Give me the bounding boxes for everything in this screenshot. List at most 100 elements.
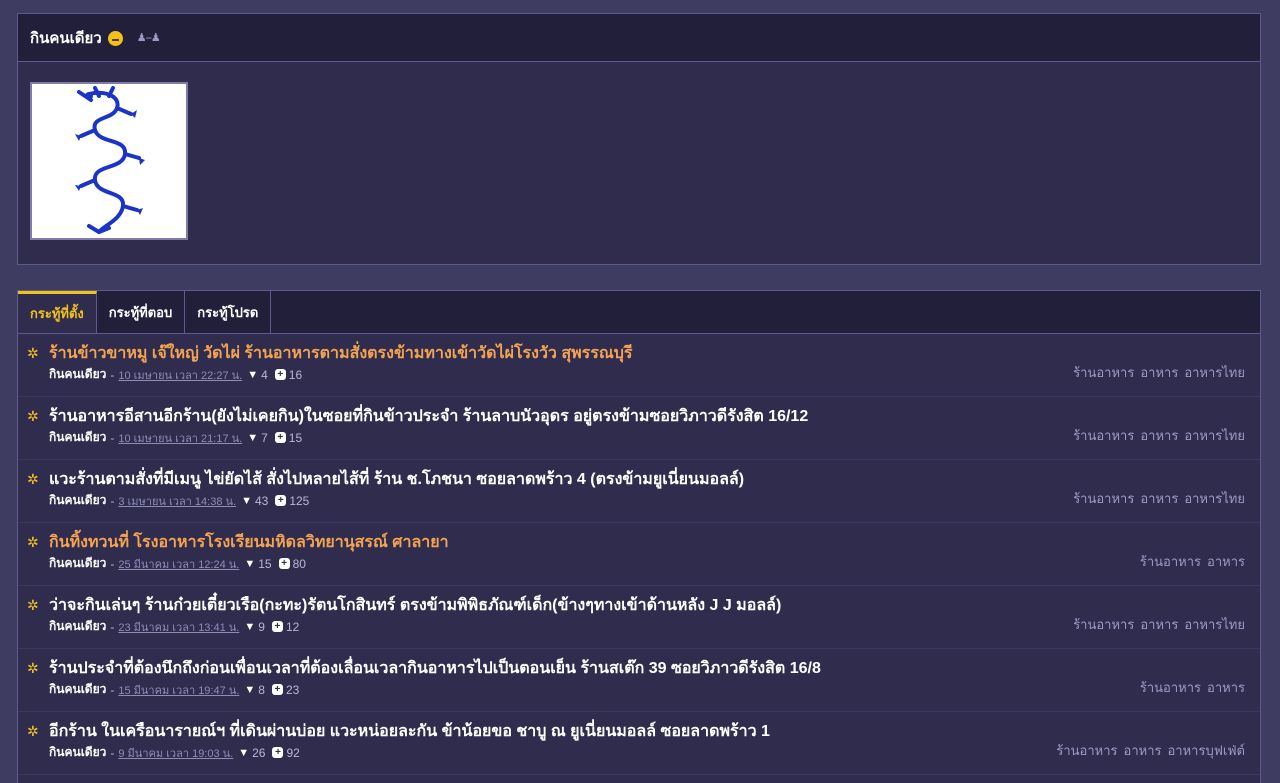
topic-date[interactable]: 25 มีนาคม เวลา 12:24 น. [118,555,239,573]
tab-replied-topics[interactable]: กระทู้ที่ตอบ [97,291,186,333]
tag-link[interactable]: ร้านอาหาร [1056,744,1117,759]
meta-separator: - [110,682,115,697]
plus-vote-icon: + [274,432,286,443]
vote-count: 125 [289,493,310,508]
topic-tags: ร้านอาหาร อาหาร อาหารไทย [1067,488,1245,509]
topic-author[interactable]: กินคนเดียว [49,428,106,447]
topic-list: ✲ ร้านข้าวขาหมู เจ๊ใหญ่ วัดไผ่ ร้านอาหารต… [18,334,1260,775]
topic-author[interactable]: กินคนเดียว [49,365,106,384]
comment-count: 7 [261,430,268,445]
topic-meta: กินคนเดียว -15 มีนาคม เวลา 19:47 น. ▼ 8 +23 [49,680,1246,699]
topic-tags: ร้านอาหาร อาหาร อาหารไทย [1067,425,1245,446]
vote-count: 12 [285,619,300,634]
tag-link[interactable]: ร้านอาหาร [1073,429,1134,444]
comment-count: 9 [258,619,265,634]
tag-link[interactable]: อาหารไทย [1184,429,1245,444]
topic-row[interactable]: ✲ ร้านอาหารอีสานอีกร้าน(ยังไม่เคยกิน)ในซอ… [18,397,1260,460]
topic-row[interactable]: ✲ อีกร้าน ในเครือนารายณ์ฯ ที่เดินผ่านบ่อย… [18,712,1260,775]
topic-tags: ร้านอาหาร อาหาร [1134,551,1245,572]
meta-separator: - [110,745,115,760]
topic-row[interactable]: ✲ ร้านข้าวขาหมู เจ๊ใหญ่ วัดไผ่ ร้านอาหารต… [18,334,1260,397]
topic-tags: ร้านอาหาร อาหาร อาหารไทย [1067,362,1245,383]
comment-count: 26 [252,745,266,760]
topic-author[interactable]: กินคนเดียว [49,491,106,510]
profile-name[interactable]: กินคนเดียว [30,26,102,50]
star-icon: ✲ [27,408,39,424]
comment-icon: ▼ [241,494,252,507]
topic-tags: ร้านอาหาร อาหาร อาหารไทย [1067,614,1245,635]
vote-count: 80 [292,556,306,571]
tag-link[interactable]: ร้านอาหาร [1140,681,1201,696]
tag-link[interactable]: อาหาร [1140,366,1178,381]
topic-title-link[interactable]: ว่าจะกินเล่นๆ ร้านก๋วยเตี๋ยวเรือ(กะทะ)รั… [49,597,781,615]
plus-vote-icon: + [272,747,284,758]
comment-icon: ▼ [247,368,259,381]
vote-count: 16 [288,367,303,382]
topic-row[interactable]: ✲ ร้านประจำที่ต้องนึกถึงก่อนเพื่อนเวลาที่… [18,649,1260,712]
tab-favorite-topics[interactable]: กระทู้โปรด [185,291,272,333]
topic-title-link[interactable]: กินทิ้งทวนที่ โรงอาหารโรงเรียนมหิดลวิทยา… [49,534,449,552]
comment-icon: ▼ [238,746,250,759]
topic-date[interactable]: 23 มีนาคม เวลา 13:41 น. [118,618,239,636]
tag-link[interactable]: อาหารไทย [1184,366,1245,381]
topics-panel: กระทู้ที่ตั้ง กระทู้ที่ตอบ กระทู้โปรด ✲ ร… [17,290,1261,783]
tag-link[interactable]: อาหาร [1207,681,1245,696]
tag-link[interactable]: ร้านอาหาร [1073,492,1134,507]
topic-tabs: กระทู้ที่ตั้ง กระทู้ที่ตอบ กระทู้โปรด [18,290,1260,334]
smiley-icon [107,31,123,46]
tag-link[interactable]: ร้านอาหาร [1073,366,1134,381]
tag-link[interactable]: อาหาร [1140,429,1178,444]
topic-title-link[interactable]: ร้านประจำที่ต้องนึกถึงก่อนเพื่อนเวลาที่ต… [49,660,821,678]
meta-separator: - [110,367,115,382]
topic-row[interactable]: ✲ แวะร้านตามสั่งที่มีเมนู ไข่ยัดไส้ สั่งไ… [18,460,1260,523]
plus-vote-icon: + [271,621,283,632]
tag-link[interactable]: อาหารไทย [1184,618,1245,633]
topic-date[interactable]: 10 เมษายน เวลา 21:17 น. [118,429,242,447]
tag-link[interactable]: ร้านอาหาร [1140,555,1201,570]
topic-title-link[interactable]: แวะร้านตามสั่งที่มีเมนู ไข่ยัดไส้ สั่งไป… [49,471,744,489]
plus-vote-icon: + [275,495,287,506]
profile-header: กินคนเดียว ♟--♟ [18,14,1260,62]
profile-card: กินคนเดียว ♟--♟ [17,13,1261,265]
meta-separator: - [110,619,115,634]
star-icon: ✲ [27,471,39,487]
vote-count: 15 [288,430,303,445]
star-icon: ✲ [27,660,39,676]
tag-link[interactable]: อาหาร [1207,555,1245,570]
comment-count: 43 [254,493,269,508]
topic-author[interactable]: กินคนเดียว [49,617,106,636]
topic-title-link[interactable]: อีกร้าน ในเครือนารายณ์ฯ ที่เดินผ่านบ่อย … [49,723,770,741]
avatar[interactable] [30,82,188,240]
comment-icon: ▼ [244,683,256,696]
tag-link[interactable]: อาหารบุฟเฟ่ต์ [1167,744,1245,759]
topic-date[interactable]: 3 เมษายน เวลา 14:38 น. [118,492,236,510]
topic-title-link[interactable]: ร้านข้าวขาหมู เจ๊ใหญ่ วัดไผ่ ร้านอาหารตา… [49,345,632,363]
tag-link[interactable]: อาหารไทย [1184,492,1245,507]
plus-vote-icon: + [278,558,290,569]
comment-count: 8 [258,682,265,697]
comment-icon: ▼ [244,557,256,570]
topic-tags: ร้านอาหาร อาหาร อาหารบุฟเฟ่ต์ [1050,740,1245,761]
topic-author[interactable]: กินคนเดียว [49,743,106,762]
tag-link[interactable]: อาหาร [1140,492,1178,507]
topic-author[interactable]: กินคนเดียว [49,554,106,573]
topic-date[interactable]: 10 เมษายน เวลา 22:27 น. [118,366,242,384]
topic-meta: กินคนเดียว -25 มีนาคม เวลา 12:24 น. ▼ 15 +80 [49,554,1246,573]
vote-count: 23 [285,682,300,697]
tab-created-topics[interactable]: กระทู้ที่ตั้ง [18,291,97,333]
tag-link[interactable]: ร้านอาหาร [1073,618,1134,633]
plus-vote-icon: + [274,369,286,380]
tag-link[interactable]: อาหาร [1140,618,1178,633]
topic-author[interactable]: กินคนเดียว [49,680,106,699]
topic-date[interactable]: 15 มีนาคม เวลา 19:47 น. [118,681,239,699]
tag-link[interactable]: อาหาร [1124,744,1162,759]
topic-tags: ร้านอาหาร อาหาร [1134,677,1245,698]
meta-separator: - [110,556,115,571]
topic-date[interactable]: 9 มีนาคม เวลา 19:03 น. [118,744,233,762]
topic-row[interactable]: ✲ กินทิ้งทวนที่ โรงอาหารโรงเรียนมหิดลวิทย… [18,523,1260,586]
topic-row[interactable]: ✲ ว่าจะกินเล่นๆ ร้านก๋วยเตี๋ยวเรือ(กะทะ)ร… [18,586,1260,649]
follow-users-icon[interactable]: ♟--♟ [137,31,161,44]
plus-vote-icon: + [271,684,283,695]
topic-title-link[interactable]: ร้านอาหารอีสานอีกร้าน(ยังไม่เคยกิน)ในซอย… [49,408,808,426]
meta-separator: - [110,430,115,445]
